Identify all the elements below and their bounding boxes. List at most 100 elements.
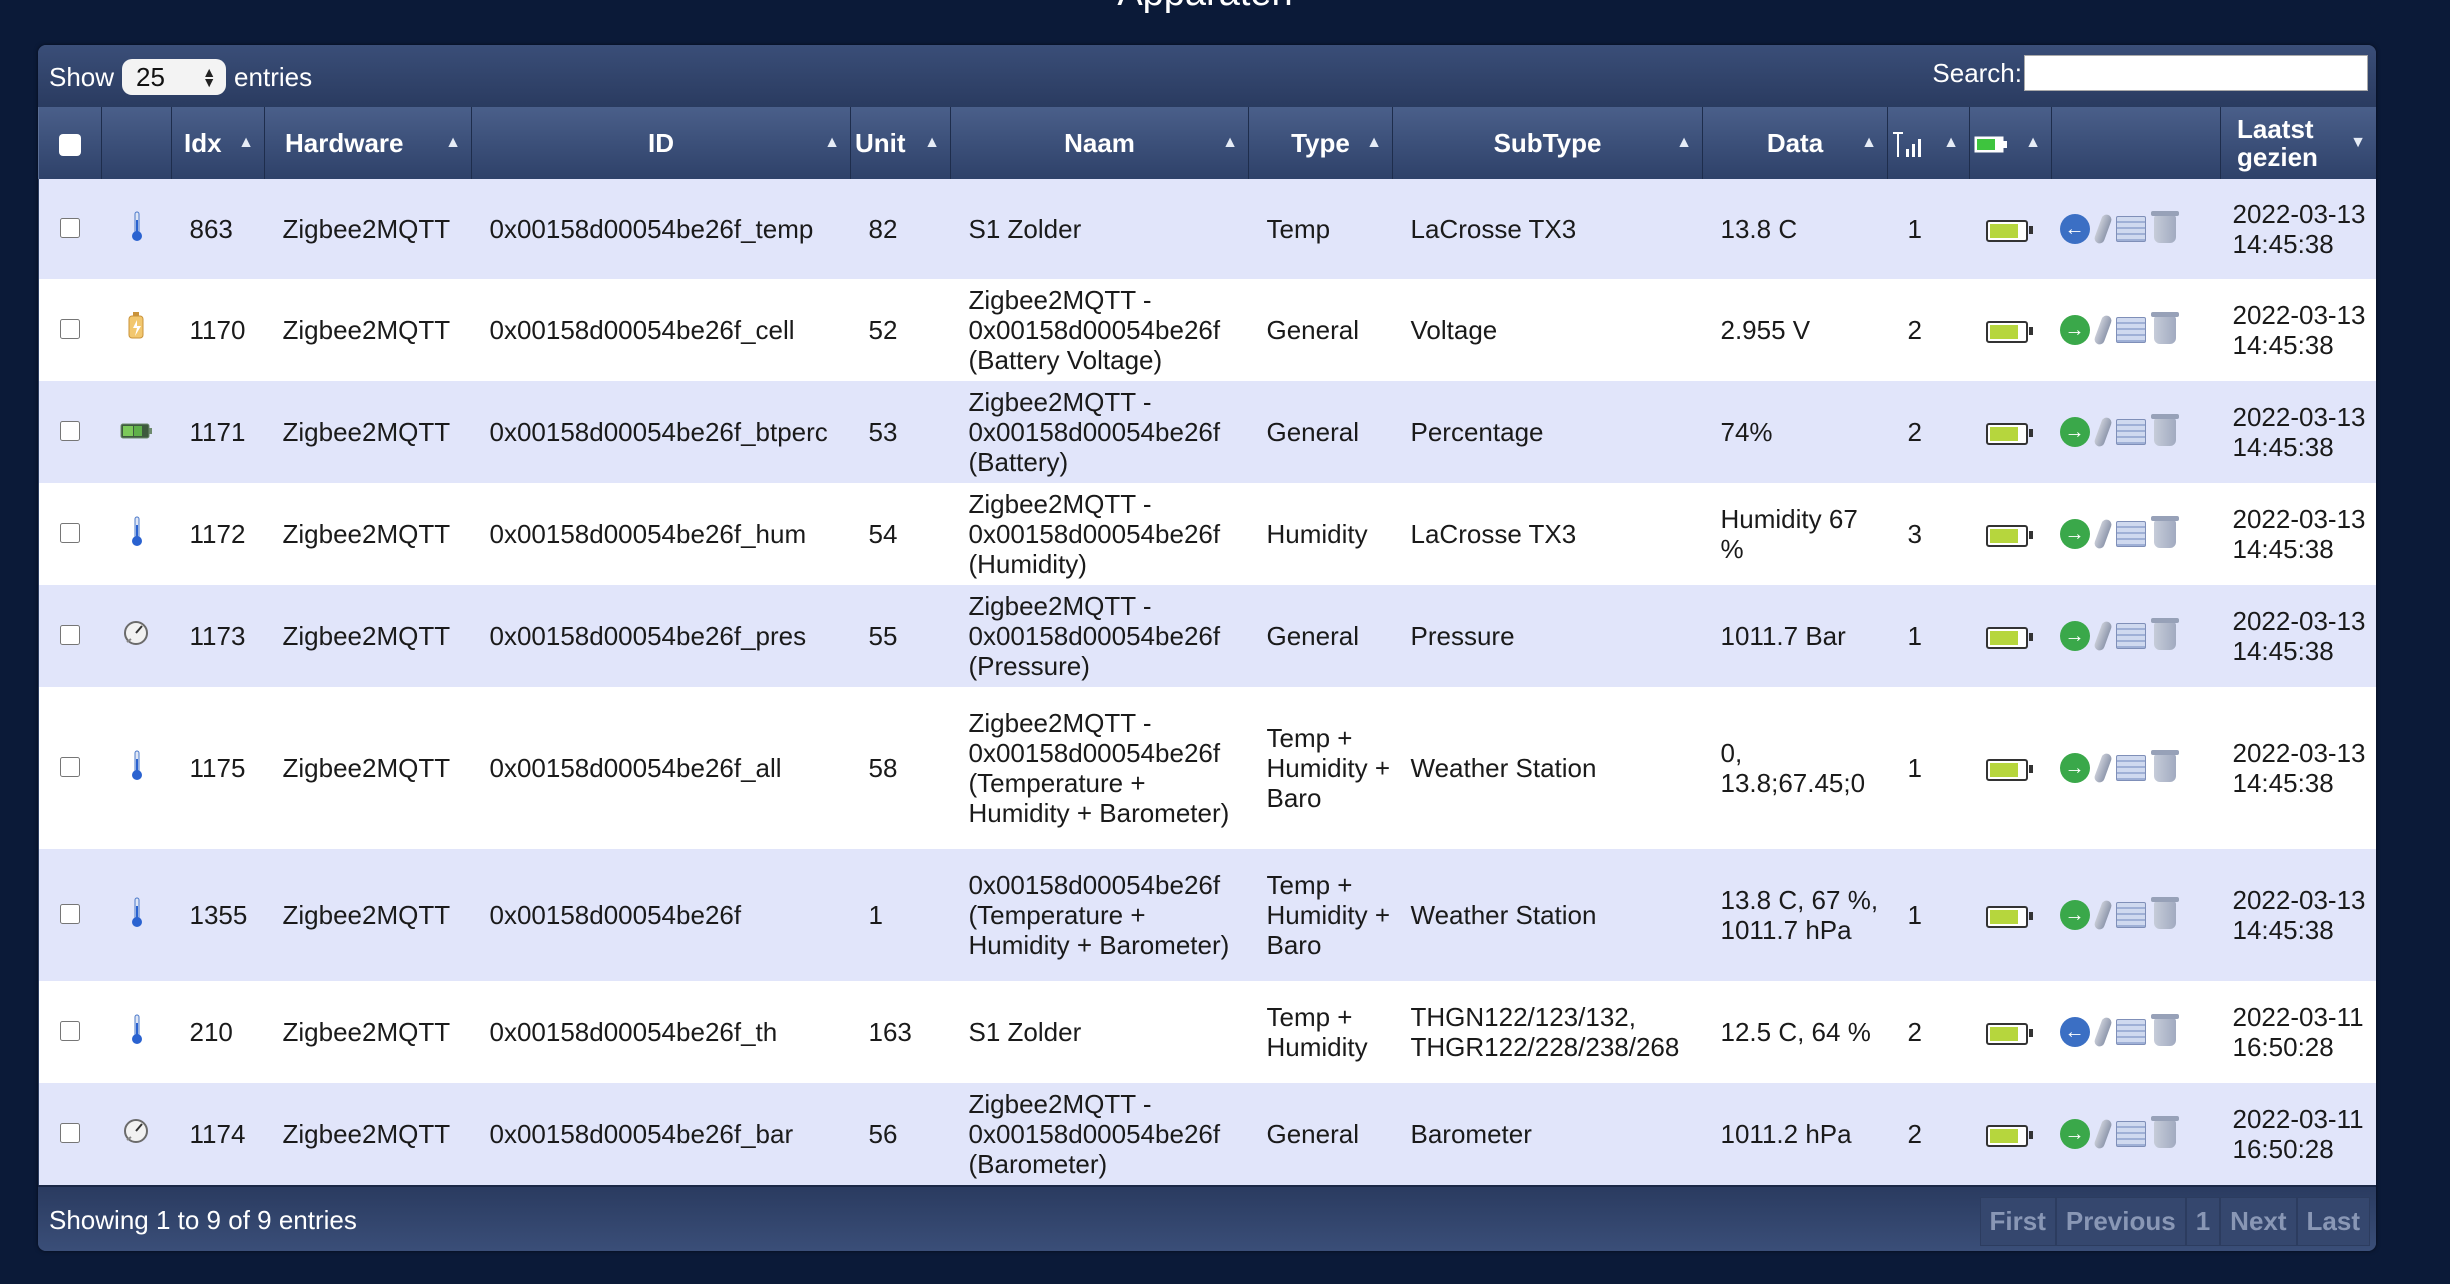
row-checkbox[interactable] (59, 904, 80, 924)
add-device-icon[interactable]: → (2059, 621, 2090, 651)
log-icon[interactable] (2115, 216, 2146, 242)
pager-next-button[interactable]: Next (2220, 1197, 2297, 1246)
column-header-last-seen[interactable]: Laatst gezien ▼ (2220, 107, 2376, 179)
delete-icon[interactable] (2150, 1116, 2179, 1148)
rename-icon[interactable] (2092, 416, 2113, 448)
type-cell: Temp + Humidity + Baro (1266, 723, 1391, 813)
table-row[interactable]: 1170 Zigbee2MQTT 0x00158d00054be26f_cell 52… (38, 279, 2376, 381)
row-checkbox[interactable] (59, 523, 80, 543)
row-checkbox[interactable] (59, 319, 80, 339)
rename-icon[interactable] (2092, 899, 2113, 931)
thermometer-icon (130, 516, 144, 553)
id-cell: 0x00158d00054be26f_btperc (489, 417, 828, 447)
row-select-cell[interactable] (39, 981, 102, 1083)
delete-icon[interactable] (2150, 414, 2179, 446)
data-cell: 2.955 V (1720, 315, 1811, 345)
column-header-id[interactable]: ID ▲ (471, 107, 851, 179)
row-select-cell[interactable] (39, 585, 102, 687)
column-header-idx[interactable]: Idx ▲ (171, 107, 265, 179)
column-header-subtype[interactable]: SubType ▲ (1392, 107, 1703, 179)
subtype-cell: Weather Station (1410, 900, 1597, 930)
column-header-battery[interactable]: ▲ (1969, 107, 2052, 179)
table-row[interactable]: 1175 Zigbee2MQTT 0x00158d00054be26f_all 58 Z… (38, 687, 2376, 849)
pager-previous-button[interactable]: Previous (2055, 1197, 2186, 1246)
row-select-cell[interactable] (39, 687, 102, 849)
log-icon[interactable] (2115, 1019, 2146, 1045)
table-row[interactable]: 1355 Zigbee2MQTT 0x00158d00054be26f 1 0x0015… (38, 849, 2376, 981)
column-header-hardware[interactable]: Hardware ▲ (264, 107, 472, 179)
rename-icon[interactable] (2092, 620, 2113, 652)
naam-cell: Zigbee2MQTT - 0x00158d00054be26f (Temper… (968, 708, 1230, 828)
rename-icon[interactable] (2092, 314, 2113, 346)
pager-first-button[interactable]: First (1979, 1197, 2056, 1246)
column-header-type[interactable]: Type ▲ (1248, 107, 1393, 179)
id-cell: 0x00158d00054be26f_pres (489, 621, 807, 651)
log-icon[interactable] (2115, 755, 2146, 781)
row-select-cell[interactable] (39, 483, 102, 585)
rename-icon[interactable] (2092, 1016, 2113, 1048)
row-select-cell[interactable] (39, 279, 102, 381)
entries-select[interactable]: 25 ▲ ▼ (122, 59, 227, 95)
log-icon[interactable] (2115, 623, 2146, 649)
delete-icon[interactable] (2150, 897, 2179, 929)
last-seen-cell: 2022-03-11 16:50:28 (2232, 1104, 2364, 1164)
battery-icon (1985, 906, 2033, 929)
pager-page-1-button[interactable]: 1 (2185, 1197, 2221, 1246)
row-select-cell[interactable] (39, 1083, 102, 1185)
row-select-cell[interactable] (39, 179, 102, 279)
pager-last-button[interactable]: Last (2296, 1197, 2370, 1246)
add-device-icon[interactable]: → (2059, 315, 2090, 345)
log-icon[interactable] (2115, 902, 2146, 928)
row-checkbox[interactable] (59, 421, 80, 441)
select-all-header[interactable] (38, 107, 102, 179)
row-checkbox[interactable] (59, 218, 80, 238)
signal-cell: 1 (1907, 753, 1922, 783)
delete-icon[interactable] (2150, 1014, 2179, 1046)
select-all-checkbox[interactable] (59, 134, 81, 157)
replace-device-icon[interactable]: ← (2059, 214, 2090, 244)
table-row[interactable]: 1171 Zigbee2MQTT 0x00158d00054be26f_btperc… (38, 381, 2376, 483)
row-checkbox[interactable] (59, 1123, 80, 1143)
delete-icon[interactable] (2150, 750, 2179, 782)
table-row[interactable]: 1174 Zigbee2MQTT 0x00158d00054be26f_bar 56 Z… (38, 1083, 2376, 1185)
delete-icon[interactable] (2150, 312, 2179, 344)
pagination: First Previous 1 Next Last (1979, 1197, 2370, 1246)
gauge-icon (121, 621, 153, 655)
add-device-icon[interactable]: → (2059, 519, 2090, 549)
rename-icon[interactable] (2092, 1118, 2113, 1150)
table-row[interactable]: 210 Zigbee2MQTT 0x00158d00054be26f_th 163 S1… (38, 981, 2376, 1083)
add-device-icon[interactable]: → (2059, 753, 2090, 783)
column-header-signal[interactable]: ▲ (1887, 107, 1970, 179)
row-checkbox[interactable] (59, 1021, 80, 1041)
delete-icon[interactable] (2150, 516, 2179, 548)
column-header-data[interactable]: Data ▲ (1702, 107, 1888, 179)
rename-icon[interactable] (2092, 752, 2113, 784)
row-checkbox[interactable] (59, 625, 80, 645)
search-input[interactable] (2024, 55, 2368, 91)
log-icon[interactable] (2115, 419, 2146, 445)
table-row[interactable]: 863 Zigbee2MQTT 0x00158d00054be26f_temp 82 S… (38, 179, 2376, 279)
log-icon[interactable] (2115, 317, 2146, 343)
log-icon[interactable] (2115, 521, 2146, 547)
device-type-cell (102, 279, 172, 381)
signal-cell: 2 (1907, 315, 1922, 345)
signal-cell: 1 (1907, 900, 1922, 930)
battery-level-icon (120, 417, 154, 447)
rename-icon[interactable] (2092, 213, 2113, 245)
delete-icon[interactable] (2150, 618, 2179, 650)
add-device-icon[interactable]: → (2059, 900, 2090, 930)
devices-table: Idx ▲ Hardware ▲ ID ▲ Unit ▲ Naam ▲ Type ▲ Sub… (38, 107, 2376, 1185)
add-device-icon[interactable]: → (2059, 1119, 2090, 1149)
row-select-cell[interactable] (39, 381, 102, 483)
add-device-icon[interactable]: → (2059, 417, 2090, 447)
delete-icon[interactable] (2150, 211, 2179, 243)
row-select-cell[interactable] (39, 849, 102, 981)
row-checkbox[interactable] (59, 757, 80, 777)
rename-icon[interactable] (2092, 518, 2113, 550)
column-header-naam[interactable]: Naam ▲ (950, 107, 1249, 179)
column-header-unit[interactable]: Unit ▲ (850, 107, 951, 179)
table-row[interactable]: 1172 Zigbee2MQTT 0x00158d00054be26f_hum 54 Z… (38, 483, 2376, 585)
table-row[interactable]: 1173 Zigbee2MQTT 0x00158d00054be26f_pres 55… (38, 585, 2376, 687)
log-icon[interactable] (2115, 1121, 2146, 1147)
replace-device-icon[interactable]: ← (2059, 1017, 2090, 1047)
